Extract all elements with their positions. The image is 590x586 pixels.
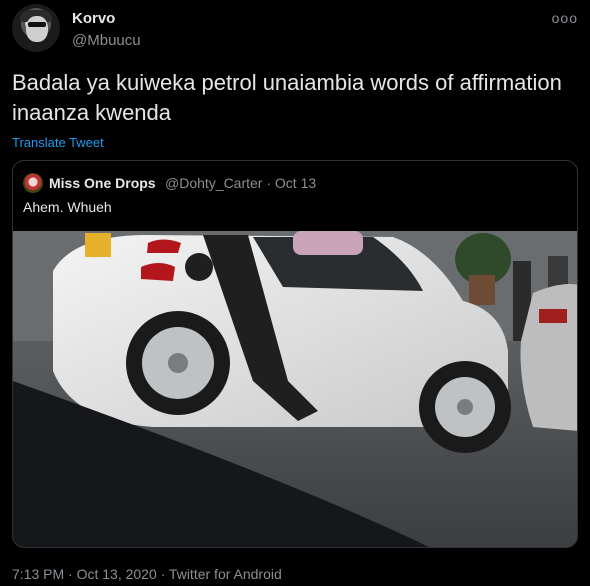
car-photo[interactable] bbox=[13, 231, 578, 548]
author-avatar[interactable] bbox=[12, 4, 60, 52]
quoted-author-name: Miss One Drops bbox=[49, 175, 156, 191]
author-handle[interactable]: @Mbuucu bbox=[72, 32, 141, 49]
tweet-header: Korvo @Mbuucu ooo bbox=[12, 4, 578, 54]
author-display-name[interactable]: Korvo bbox=[72, 10, 115, 27]
quoted-author-avatar bbox=[23, 173, 43, 193]
translate-tweet-link[interactable]: Translate Tweet bbox=[12, 135, 104, 150]
more-icon[interactable]: ooo bbox=[552, 10, 578, 26]
tweet-text: Badala ya kuiweka petrol unaiambia words… bbox=[12, 70, 562, 125]
tweet-timestamp[interactable]: 7:13 PM · Oct 13, 2020 · Twitter for And… bbox=[12, 566, 282, 582]
avatar-face bbox=[26, 16, 48, 42]
quoted-tweet-text: Ahem. Whueh bbox=[23, 199, 112, 215]
quoted-tweet-card[interactable]: Miss One Drops @Dohty_Carter · Oct 13 Ah… bbox=[12, 160, 578, 548]
timestamp-text: 7:13 PM · Oct 13, 2020 · Twitter for And… bbox=[12, 566, 282, 582]
quoted-author-meta: @Dohty_Carter · Oct 13 bbox=[165, 175, 317, 191]
avatar-shades bbox=[28, 22, 46, 27]
